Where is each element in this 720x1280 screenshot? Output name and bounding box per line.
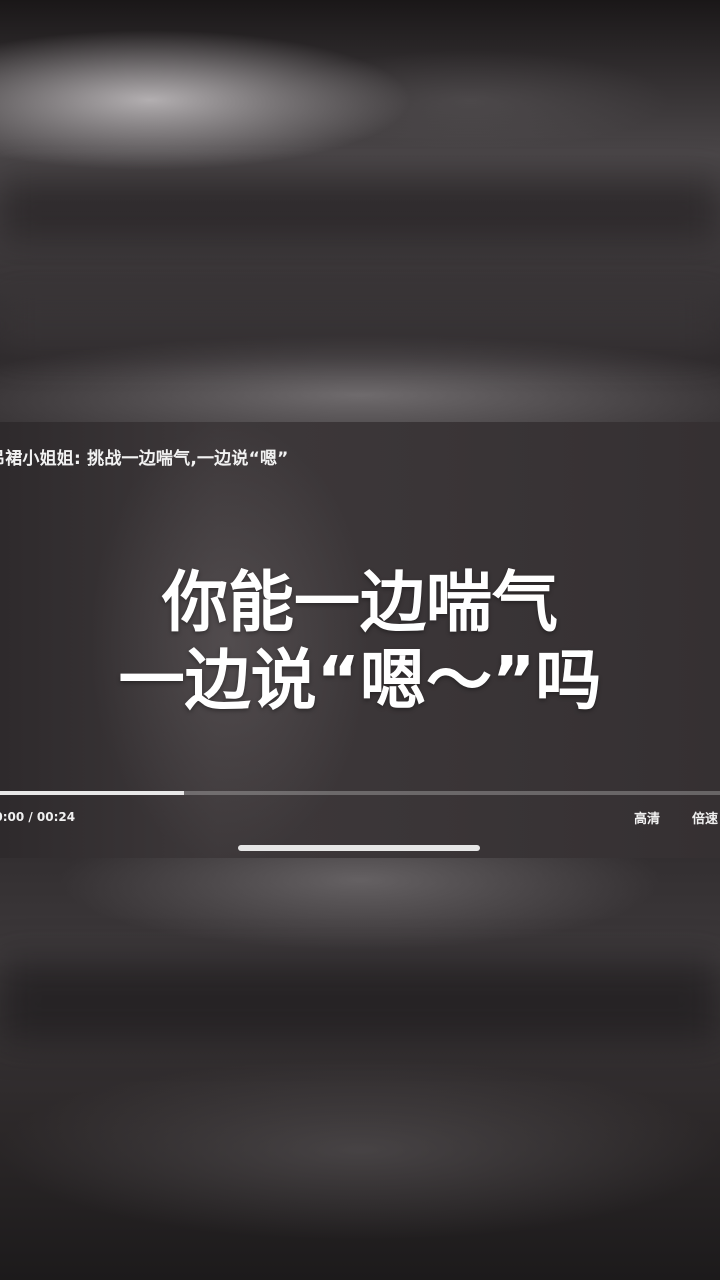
progress-bar[interactable] [0, 791, 720, 795]
blurred-background-band [0, 960, 720, 1040]
video-title: 吊裙小姐姐: 挑战一边喘气,一边说“嗯” [0, 449, 289, 469]
home-indicator[interactable] [238, 845, 480, 851]
time-display: 00:00 / 00:24 [0, 810, 76, 824]
speed-button[interactable]: 倍速 [692, 808, 718, 827]
video-player[interactable]: 吊裙小姐姐: 挑战一边喘气,一边说“嗯” 你能一边喘气 一边说“嗯～”吗 00:… [0, 422, 720, 858]
blurred-background-band [0, 300, 720, 350]
blurred-background-band [0, 180, 720, 240]
progress-bar-fill [0, 791, 184, 795]
quality-button[interactable]: 高清 [634, 808, 660, 827]
screen: 吊裙小姐姐: 挑战一边喘气,一边说“嗯” 你能一边喘气 一边说“嗯～”吗 00:… [0, 0, 720, 1280]
video-caption-line-2: 一边说“嗯～”吗 [118, 642, 602, 719]
video-caption-line-1: 你能一边喘气 [162, 564, 558, 641]
